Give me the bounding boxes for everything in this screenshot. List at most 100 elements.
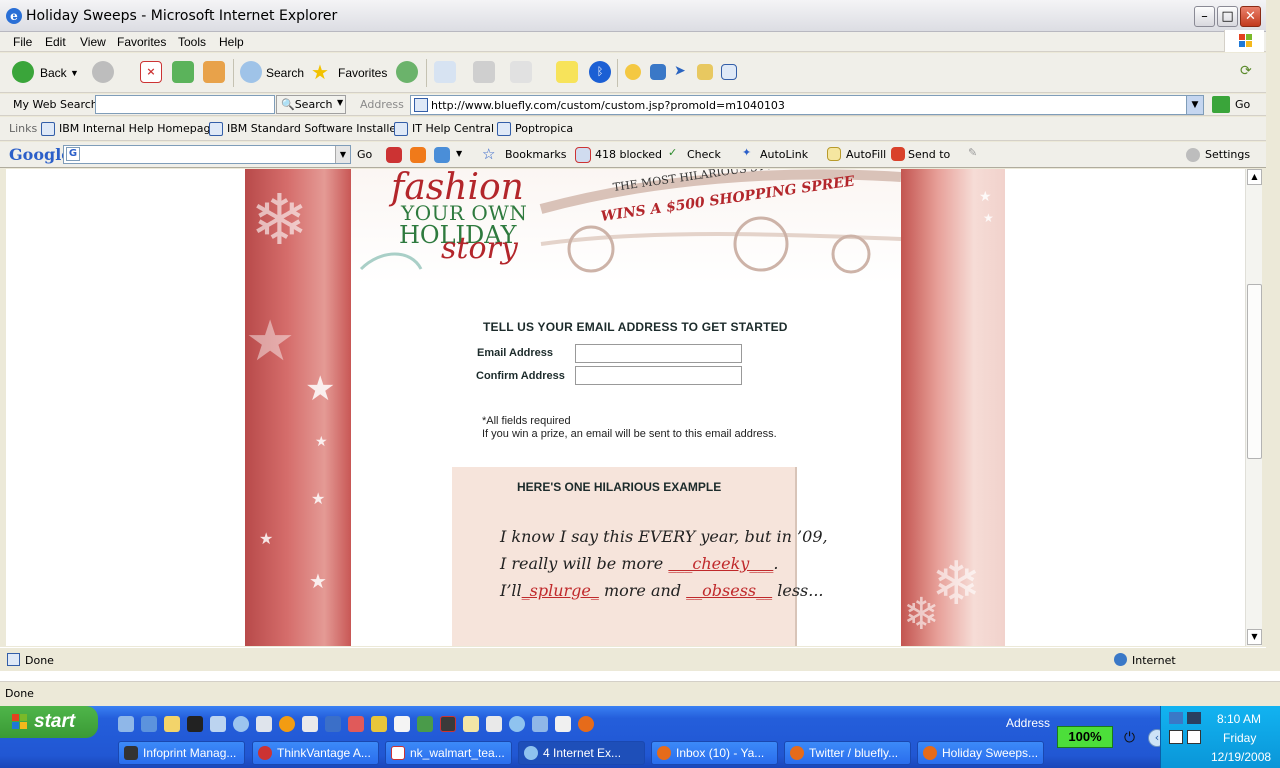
send-to-button[interactable]: Send to bbox=[908, 148, 950, 161]
ie-page-icon[interactable] bbox=[721, 64, 737, 80]
settings-button[interactable]: Settings bbox=[1205, 148, 1250, 161]
forward-arrow-icon[interactable] bbox=[92, 61, 114, 83]
menu-edit[interactable]: Edit bbox=[45, 35, 66, 49]
maximize-button[interactable]: □ bbox=[1217, 6, 1238, 27]
back-label[interactable]: Back bbox=[40, 66, 67, 80]
scroll-up-icon[interactable]: ▲ bbox=[1247, 169, 1262, 185]
address-dropdown-icon[interactable]: ▼ bbox=[1186, 96, 1203, 114]
link-ibm-help[interactable]: IBM Internal Help Homepage bbox=[59, 122, 217, 135]
link-poptropica[interactable]: Poptropica bbox=[515, 122, 573, 135]
bookmarks-star-icon[interactable]: ☆ bbox=[482, 145, 495, 163]
google-g-icon[interactable]: G bbox=[66, 147, 80, 161]
autofill-button[interactable]: AutoFill bbox=[846, 148, 886, 161]
task-thinkvantage[interactable]: ThinkVantage A... bbox=[252, 741, 379, 765]
search-label[interactable]: Search bbox=[266, 66, 304, 80]
vertical-scrollbar[interactable]: ▲ ▼ bbox=[1245, 169, 1262, 646]
autolink-icon[interactable]: ✦ bbox=[742, 146, 751, 159]
settings-gear-icon[interactable] bbox=[1186, 148, 1200, 162]
blogger-icon[interactable] bbox=[410, 147, 426, 163]
task-twitter[interactable]: Twitter / bluefly... bbox=[784, 741, 911, 765]
link-ibm-software[interactable]: IBM Standard Software Installer bbox=[227, 122, 401, 135]
signal-icon[interactable] bbox=[1169, 730, 1183, 744]
autolink-button[interactable]: AutoLink bbox=[760, 148, 808, 161]
check-button[interactable]: Check bbox=[687, 148, 721, 161]
quicklaunch-tool-icon[interactable] bbox=[325, 716, 341, 732]
monitor-icon[interactable] bbox=[1187, 712, 1201, 724]
quicklaunch-power-icon[interactable] bbox=[440, 716, 456, 732]
history-icon[interactable] bbox=[396, 61, 418, 83]
email-field[interactable] bbox=[575, 344, 742, 363]
search-icon[interactable] bbox=[240, 61, 262, 83]
task-internet-explorer[interactable]: 4 Internet Ex... bbox=[518, 741, 645, 765]
quicklaunch-browser-icon[interactable] bbox=[141, 716, 157, 732]
minimize-button[interactable]: – bbox=[1194, 6, 1215, 27]
refresh-icon[interactable] bbox=[172, 61, 194, 83]
menu-favorites[interactable]: Favorites bbox=[117, 35, 166, 49]
quicklaunch-people-icon[interactable] bbox=[348, 716, 364, 732]
autofill-icon[interactable] bbox=[827, 147, 841, 161]
quicklaunch-help-icon[interactable] bbox=[509, 716, 525, 732]
task-pdf[interactable]: nk_walmart_tea... bbox=[385, 741, 512, 765]
back-arrow-icon[interactable] bbox=[12, 61, 34, 83]
quicklaunch-doc-icon[interactable] bbox=[486, 716, 502, 732]
menu-tools[interactable]: Tools bbox=[178, 35, 206, 49]
shapes-dropdown-icon[interactable]: ▼ bbox=[456, 149, 462, 158]
quicklaunch-folder-icon[interactable] bbox=[164, 716, 180, 732]
task-holiday-sweeps[interactable]: Holiday Sweeps... bbox=[917, 741, 1044, 765]
scroll-thumb[interactable] bbox=[1247, 284, 1262, 459]
menu-file[interactable]: File bbox=[13, 35, 32, 49]
quicklaunch-device-icon[interactable] bbox=[256, 716, 272, 732]
send-to-icon[interactable] bbox=[891, 147, 905, 161]
zoom-indicator[interactable]: 100% bbox=[1057, 726, 1113, 748]
mail-icon[interactable] bbox=[434, 61, 456, 83]
quicklaunch-search-icon[interactable] bbox=[233, 716, 249, 732]
quicklaunch-firefox-icon[interactable] bbox=[578, 716, 594, 732]
google-search-input[interactable]: G ▼ bbox=[63, 145, 351, 164]
desktop-icon[interactable] bbox=[650, 64, 666, 80]
quicklaunch-ie-icon[interactable] bbox=[118, 716, 134, 732]
battery-icon[interactable] bbox=[1187, 730, 1201, 744]
highlight-icon[interactable]: ✎ bbox=[968, 146, 977, 159]
quicklaunch-desktop-icon[interactable] bbox=[210, 716, 226, 732]
start-button[interactable]: start bbox=[0, 706, 98, 738]
popup-blocker-icon[interactable] bbox=[575, 147, 591, 163]
bluetooth-icon[interactable]: ᛒ bbox=[589, 61, 611, 83]
quicklaunch-window-icon[interactable] bbox=[555, 716, 571, 732]
quicklaunch-cmd-icon[interactable] bbox=[187, 716, 203, 732]
toolbar-refresh-icon[interactable]: ⟳ bbox=[1240, 63, 1262, 85]
quicklaunch-chat-icon[interactable] bbox=[371, 716, 387, 732]
pagerank-icon[interactable] bbox=[386, 147, 402, 163]
back-dropdown-icon[interactable]: ▼ bbox=[70, 68, 79, 78]
menu-help[interactable]: Help bbox=[219, 35, 244, 49]
home-icon[interactable] bbox=[203, 61, 225, 83]
my-web-search-button[interactable]: 🔍Search ▼ bbox=[276, 95, 346, 114]
note-icon[interactable] bbox=[556, 61, 578, 83]
confirm-email-field[interactable] bbox=[575, 366, 742, 385]
popup-blocked-count[interactable]: 418 blocked bbox=[595, 148, 662, 161]
address-input[interactable]: http://www.bluefly.com/custom/custom.jsp… bbox=[410, 95, 1204, 115]
print-icon[interactable] bbox=[473, 61, 495, 83]
messenger-icon[interactable] bbox=[625, 64, 641, 80]
task-inbox[interactable]: Inbox (10) - Ya... bbox=[651, 741, 778, 765]
quicklaunch-notes-icon[interactable] bbox=[463, 716, 479, 732]
quicklaunch-media-icon[interactable] bbox=[279, 716, 295, 732]
clock-time[interactable]: 8:10 AM bbox=[1217, 712, 1261, 726]
spellcheck-icon[interactable]: ✓ bbox=[668, 146, 677, 159]
menu-view[interactable]: View bbox=[80, 35, 106, 49]
quicklaunch-book-icon[interactable] bbox=[394, 716, 410, 732]
google-dropdown-icon[interactable]: ▼ bbox=[335, 146, 350, 163]
cursor-icon[interactable]: ➤ bbox=[674, 63, 696, 85]
go-button[interactable]: Go bbox=[1235, 98, 1250, 111]
go-arrow-icon[interactable] bbox=[1212, 96, 1230, 113]
favorites-star-icon[interactable]: ★ bbox=[311, 61, 333, 83]
research-icon[interactable] bbox=[697, 64, 713, 80]
link-it-help[interactable]: IT Help Central bbox=[412, 122, 494, 135]
quicklaunch-ie2-icon[interactable] bbox=[532, 716, 548, 732]
network-icon[interactable] bbox=[1169, 712, 1183, 724]
task-infoprint[interactable]: Infoprint Manag... bbox=[118, 741, 245, 765]
shapes-icon[interactable] bbox=[434, 147, 450, 163]
bookmarks-button[interactable]: Bookmarks bbox=[505, 148, 566, 161]
edit-icon[interactable] bbox=[510, 61, 532, 83]
power-plug-icon[interactable]: ⏻ bbox=[1124, 730, 1140, 746]
search-dropdown-icon[interactable]: ▼ bbox=[337, 98, 343, 107]
